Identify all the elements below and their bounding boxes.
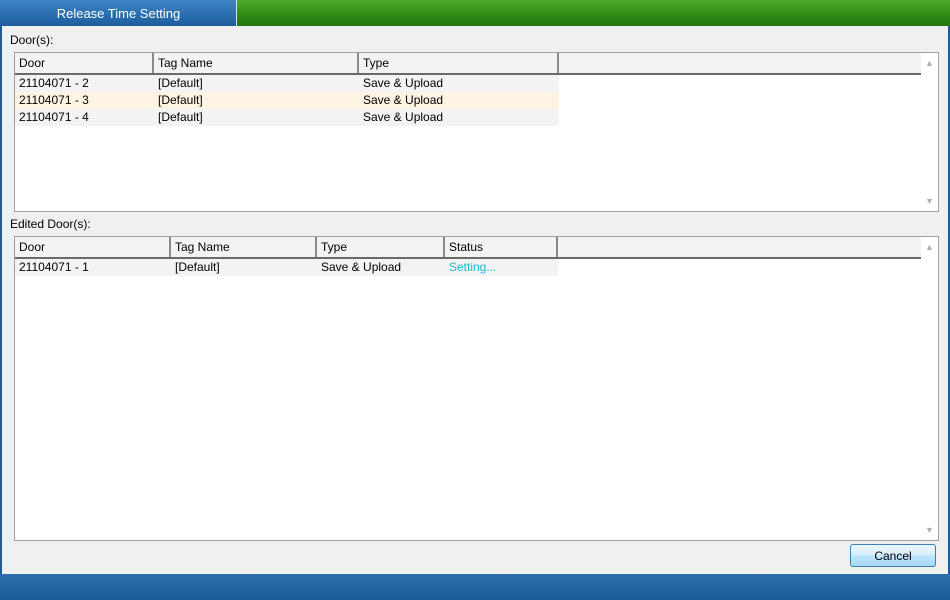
door-cell: 21104071 - 1 — [19, 260, 89, 274]
tag-name-cell: [Default] — [158, 93, 203, 107]
edited-doors-rows: 21104071 - 1 [Default] Save & Upload Set… — [15, 259, 558, 276]
doors-rows: 21104071 - 2 [Default] Save & Upload 211… — [15, 75, 559, 126]
doors-list-header: Door Tag Name Type — [15, 53, 923, 75]
edited-doors-scrollbar[interactable]: ▲ ▼ — [921, 237, 938, 540]
window-title-tab: Release Time Setting — [0, 0, 237, 26]
chevron-down-icon[interactable]: ▼ — [921, 523, 938, 537]
cancel-button[interactable]: Cancel — [850, 544, 936, 567]
window-titlebar[interactable]: Release Time Setting — [0, 0, 950, 26]
edited-doors-list-header: Door Tag Name Type Status — [15, 237, 923, 259]
column-header-tag-name[interactable]: Tag Name — [171, 237, 317, 257]
window-frame-left — [0, 26, 2, 574]
door-cell: 21104071 - 3 — [19, 93, 89, 107]
window-bottom-bar — [0, 574, 950, 600]
tag-name-cell: [Default] — [158, 110, 203, 124]
door-cell: 21104071 - 2 — [19, 76, 89, 90]
column-header-type[interactable]: Type — [359, 53, 559, 73]
edited-doors-list[interactable]: Door Tag Name Type Status 21104071 - 1 [… — [14, 236, 939, 541]
table-row[interactable]: 21104071 - 1 [Default] Save & Upload Set… — [15, 259, 558, 276]
column-header-door[interactable]: Door — [15, 237, 171, 257]
column-header-filler — [559, 53, 923, 73]
doors-label: Door(s): — [10, 33, 54, 47]
type-cell: Save & Upload — [363, 110, 444, 124]
table-row[interactable]: 21104071 - 2 [Default] Save & Upload — [15, 75, 559, 92]
edited-doors-label: Edited Door(s): — [10, 217, 91, 231]
type-cell: Save & Upload — [321, 260, 402, 274]
type-cell: Save & Upload — [363, 93, 444, 107]
status-cell: Setting... — [449, 260, 497, 274]
column-header-type[interactable]: Type — [317, 237, 445, 257]
column-header-filler — [558, 237, 923, 257]
tag-name-cell: [Default] — [158, 76, 203, 90]
doors-list[interactable]: Door Tag Name Type 21104071 - 2 [Default… — [14, 52, 939, 212]
doors-scrollbar[interactable]: ▲ ▼ — [921, 53, 938, 211]
door-cell: 21104071 - 4 — [19, 110, 89, 124]
table-row[interactable]: 21104071 - 3 [Default] Save & Upload — [15, 92, 559, 109]
window-title: Release Time Setting — [56, 6, 181, 21]
chevron-up-icon[interactable]: ▲ — [921, 240, 938, 254]
column-header-door[interactable]: Door — [15, 53, 154, 73]
tag-name-cell: [Default] — [175, 260, 220, 274]
chevron-down-icon[interactable]: ▼ — [921, 194, 938, 208]
column-header-status[interactable]: Status — [445, 237, 558, 257]
table-row[interactable]: 21104071 - 4 [Default] Save & Upload — [15, 109, 559, 126]
chevron-up-icon[interactable]: ▲ — [921, 56, 938, 70]
column-header-tag-name[interactable]: Tag Name — [154, 53, 359, 73]
type-cell: Save & Upload — [363, 76, 444, 90]
